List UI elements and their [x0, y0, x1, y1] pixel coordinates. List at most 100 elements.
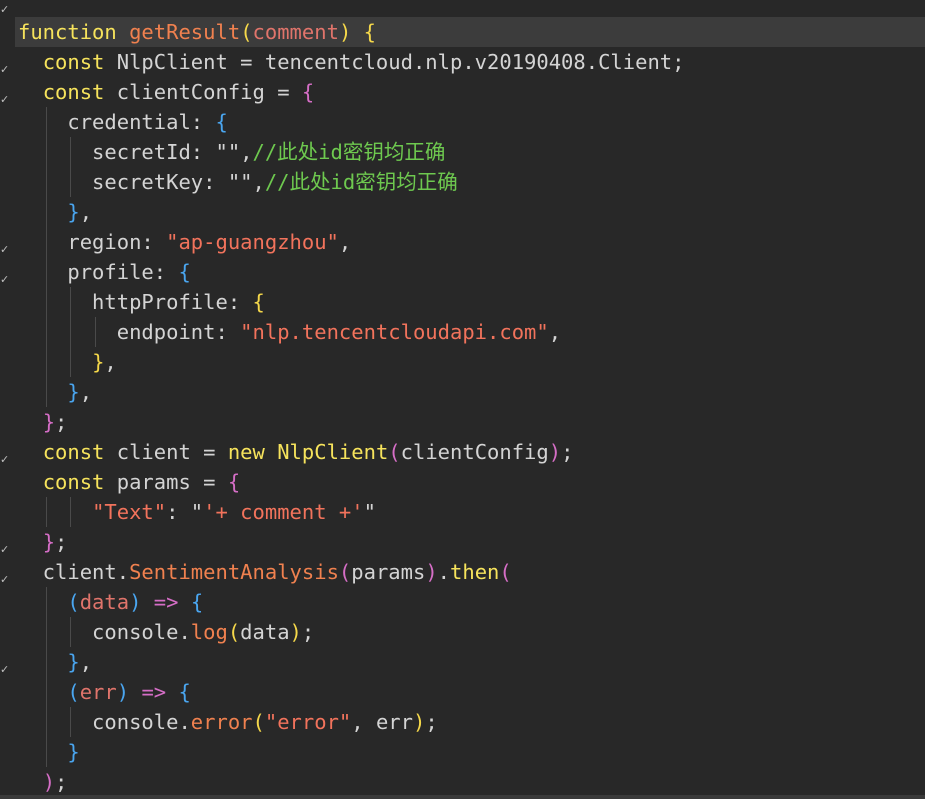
code-token: "ap-guangzhou" — [166, 230, 339, 254]
code-token: ) — [42, 770, 56, 794]
code-editor[interactable]: ✓ ✓ ✓ ✓ ✓ ✓ ✓ ✓ ✓ function getResult(comment) { … — [0, 0, 925, 799]
fold-toggle-icon[interactable]: ✓ — [0, 453, 12, 483]
indent-guide — [45, 107, 47, 137]
indent-guide — [45, 347, 47, 377]
code-token: , — [79, 380, 93, 404]
code-token: : " — [166, 500, 204, 524]
code-line[interactable]: } — [18, 737, 925, 767]
code-token: SentimentAnalysis — [129, 560, 339, 584]
code-line[interactable]: function getResult(comment) { — [15, 17, 925, 47]
indent-guide — [45, 167, 47, 197]
code-token: NlpClient — [277, 440, 389, 464]
indent-guide — [45, 617, 47, 647]
code-token: secretKey: "", — [18, 170, 265, 194]
code-line[interactable]: const client = new NlpClient(clientConfi… — [18, 437, 925, 467]
code-line[interactable]: const NlpClient = tencentcloud.nlp.v2019… — [18, 47, 925, 77]
code-line[interactable]: (err) => { — [18, 677, 925, 707]
code-line[interactable]: console.log(data); — [18, 617, 925, 647]
code-token: data — [79, 590, 130, 614]
fold-toggle-icon[interactable]: ✓ — [0, 543, 12, 573]
code-line[interactable]: }, — [18, 347, 925, 377]
code-token: region: — [18, 230, 167, 254]
code-line[interactable]: }, — [18, 377, 925, 407]
fold-toggle-icon[interactable]: ✓ — [0, 3, 12, 33]
code-token: , — [79, 650, 93, 674]
code-line[interactable]: secretKey: "",//此处id密钥均正确 — [18, 167, 925, 197]
code-line[interactable]: ); — [18, 767, 925, 797]
fold-toggle-icon[interactable]: ✓ — [0, 273, 12, 303]
code-token: , err — [351, 710, 413, 734]
code-token: error — [190, 710, 253, 734]
code-token: ) — [425, 560, 438, 584]
code-token: ; — [425, 710, 438, 734]
code-line[interactable]: client.SentimentAnalysis(params).then( — [18, 557, 925, 587]
code-token: ( — [227, 620, 241, 644]
code-token: const — [42, 80, 105, 104]
code-line[interactable]: const params = { — [18, 467, 925, 497]
code-token: => — [153, 590, 179, 614]
code-token: ) — [548, 440, 562, 464]
code-token: { — [301, 80, 315, 104]
fold-toggle-icon[interactable]: ✓ — [0, 663, 12, 693]
indent-guide — [45, 677, 47, 707]
code-token: log — [190, 620, 228, 644]
code-token: } — [42, 530, 56, 554]
code-line[interactable]: profile: { — [18, 257, 925, 287]
indent-guide — [45, 707, 47, 737]
code-line[interactable]: region: "ap-guangzhou", — [18, 227, 925, 257]
code-line[interactable]: }; — [18, 407, 925, 437]
code-token: //此处id密钥均正确 — [252, 140, 446, 164]
code-line[interactable]: const clientConfig = { — [18, 77, 925, 107]
code-line[interactable]: "Text": "'+ comment +'" — [18, 497, 925, 527]
code-line[interactable]: }; — [18, 527, 925, 557]
code-token: profile: — [18, 260, 179, 284]
code-line[interactable]: (data) => { — [18, 587, 925, 617]
indent-guide — [70, 617, 72, 647]
code-token: ( — [338, 560, 352, 584]
code-token: } — [67, 200, 80, 224]
code-line[interactable]: httpProfile: { — [18, 287, 925, 317]
indent-guide — [45, 227, 47, 257]
code-lines[interactable]: function getResult(comment) { const NlpC… — [15, 17, 925, 797]
code-token: secretId: "", — [18, 140, 253, 164]
code-token: ; — [55, 530, 68, 554]
code-line[interactable]: secretId: "",//此处id密钥均正确 — [18, 137, 925, 167]
code-token: ) — [129, 590, 142, 614]
code-line[interactable]: }, — [18, 647, 925, 677]
code-token: client. — [18, 560, 130, 584]
fold-toggle-icon[interactable]: ✓ — [0, 573, 12, 603]
fold-toggle-icon[interactable]: ✓ — [0, 63, 12, 93]
code-token: function — [18, 20, 117, 44]
horizontal-scrollbar[interactable] — [0, 795, 925, 799]
code-line[interactable]: credential: { — [18, 107, 925, 137]
indent-guide — [45, 647, 47, 677]
code-line[interactable]: endpoint: "nlp.tencentcloudapi.com", — [18, 317, 925, 347]
code-token: ; — [55, 770, 68, 794]
code-line[interactable]: }, — [18, 197, 925, 227]
code-token: , — [548, 320, 562, 344]
code-line[interactable]: console.error("error", err); — [18, 707, 925, 737]
code-token: { — [363, 20, 376, 44]
fold-toggle-icon[interactable]: ✓ — [0, 93, 12, 123]
code-token: clientConfig = — [104, 80, 302, 104]
indent-guide — [70, 137, 72, 167]
code-token: ( — [67, 590, 80, 614]
code-token: clientConfig — [400, 440, 549, 464]
fold-toggle-icon[interactable]: ✓ — [0, 243, 12, 273]
code-token: //此处id密钥均正确 — [264, 170, 458, 194]
indent-guide — [45, 587, 47, 617]
code-token: => — [141, 680, 167, 704]
